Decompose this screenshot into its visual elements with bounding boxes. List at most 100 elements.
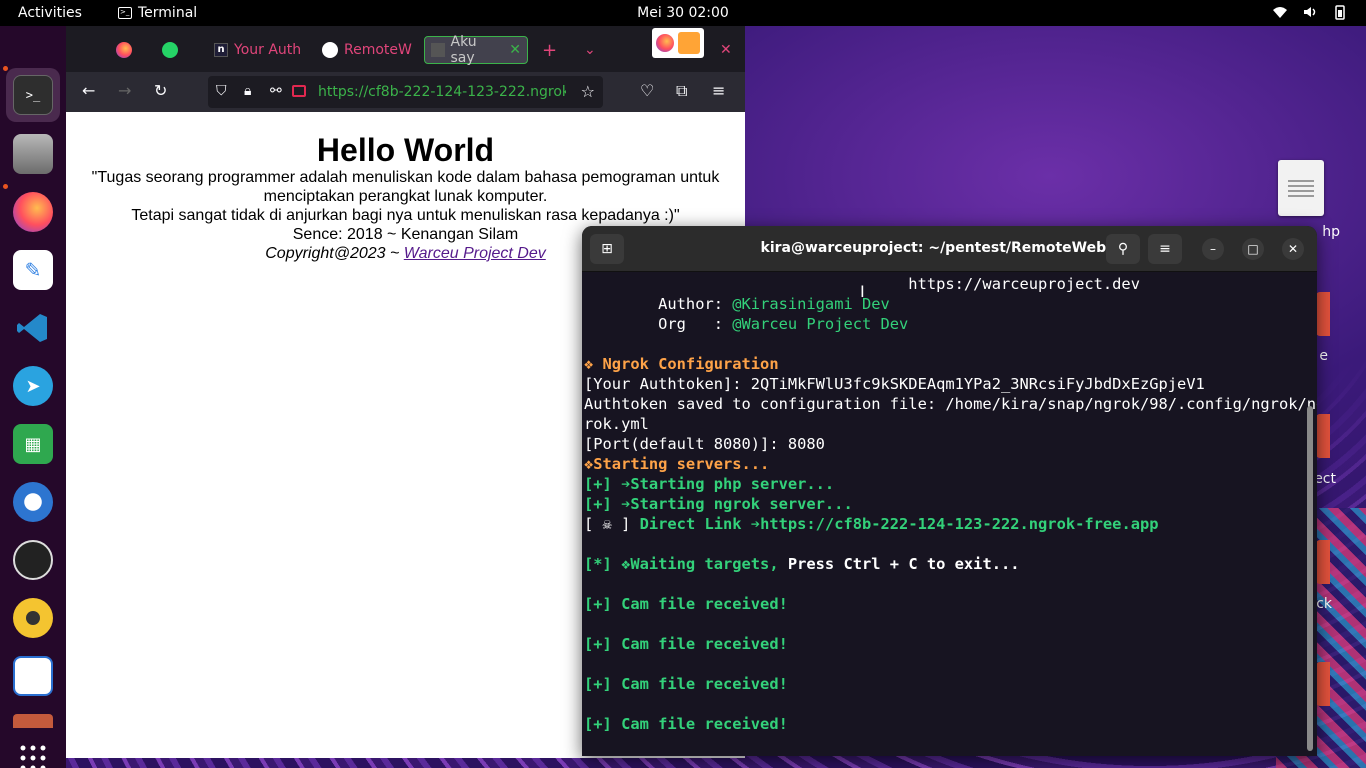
warceu-link[interactable]: Warceu Project Dev	[404, 245, 546, 262]
dock-thunderbird-icon[interactable]	[13, 482, 53, 522]
reload-button[interactable]: ↻	[154, 81, 167, 100]
forward-button[interactable]: →	[118, 81, 131, 100]
top-bar: Activities >_ Terminal Mei 30 02:00	[0, 0, 1366, 26]
org-value: @Warceu Project Dev	[732, 315, 909, 333]
close-tab-icon[interactable]: ✕	[509, 42, 521, 58]
terminal-line: rok.yml	[584, 415, 649, 433]
back-button[interactable]: ←	[82, 81, 95, 100]
org-label: Org :	[584, 315, 733, 333]
copyright-text: Copyright@2023 ~	[265, 245, 404, 262]
desktop-icon-partial[interactable]	[1316, 414, 1330, 458]
running-indicator	[3, 66, 8, 71]
dock-terminal-icon[interactable]: >_	[13, 75, 53, 115]
terminal-line: ❖ Ngrok Configuration	[584, 355, 779, 373]
dock-text-editor-icon[interactable]: ✎	[13, 250, 53, 290]
permissions-icon[interactable]: ⚯	[270, 83, 282, 99]
power-icon	[1335, 5, 1345, 20]
terminal-scrollbar[interactable]	[1307, 406, 1313, 751]
author-label: Author:	[584, 295, 733, 313]
terminal-line: Org : @Warceu Project Dev	[584, 314, 1304, 334]
dock-vscode-icon[interactable]	[13, 308, 53, 348]
terminal-line: https://warceuproject.dev	[584, 275, 1140, 293]
new-tab-button[interactable]: +	[542, 36, 557, 64]
close-icon: ✕	[720, 42, 732, 58]
dock-spreadsheet-icon[interactable]: ▦	[13, 424, 53, 464]
terminal-line: [Port(default 8080)]: 8080	[584, 435, 825, 453]
screen-share-indicator[interactable]	[652, 28, 704, 58]
dock-telegram-icon[interactable]: ➤	[13, 366, 53, 406]
desktop-icon-partial[interactable]	[1316, 662, 1330, 706]
navigation-bar: ← → ↻ ⛉ 🔒︎ ⚯ https://cf8b-222-124-123-22…	[66, 72, 745, 112]
quote-line-2: Tetapi sangat tidak di anjurkan bagi nya…	[131, 207, 680, 224]
maximize-button[interactable]: □	[1242, 238, 1264, 260]
bookmark-star-icon[interactable]: ☆	[581, 82, 595, 101]
url-text[interactable]: https://cf8b-222-124-123-222.ngrok	[318, 84, 566, 100]
tab-label: RemoteW	[344, 42, 412, 58]
desktop-icon-partial[interactable]	[1316, 540, 1330, 584]
tab-label: Aku say	[450, 34, 477, 66]
hamburger-icon: ≡	[1159, 241, 1171, 257]
plus-icon: +	[542, 39, 558, 61]
direct-link: Direct Link ➔https://cf8b-222-124-123-22…	[639, 515, 1159, 533]
desktop-file-icon[interactable]	[1278, 160, 1324, 216]
show-apps-icon[interactable]	[13, 738, 53, 768]
tab-active-page[interactable]: Aku say ✕	[424, 34, 528, 66]
close-icon: ✕	[1287, 242, 1299, 256]
tab-label: Your Auth	[234, 42, 302, 58]
extensions-icon[interactable]: ⧉	[676, 81, 687, 101]
pocket-icon[interactable]: ♡	[640, 81, 654, 100]
tab-whatsapp[interactable]	[162, 36, 178, 64]
desktop-icon-partial[interactable]	[1316, 292, 1330, 336]
volume-icon	[1304, 7, 1316, 17]
github-icon	[322, 42, 338, 58]
search-icon: ⚲	[1117, 241, 1129, 257]
chevron-down-icon: ⌄	[584, 42, 596, 58]
minimize-icon: –	[1210, 242, 1216, 256]
close-window-button[interactable]: ✕	[720, 36, 732, 64]
lock-icon[interactable]: 🔒︎	[244, 83, 251, 99]
list-tabs-button[interactable]: ⌄	[584, 36, 596, 64]
menu-icon[interactable]: ≡	[712, 81, 725, 100]
ngrok-icon: n	[214, 43, 228, 57]
dock-obs-icon[interactable]	[13, 540, 53, 580]
minimize-button[interactable]: –	[1202, 238, 1224, 260]
tab-ngrok[interactable]: n Your Auth	[214, 36, 301, 64]
waiting-text: [*] ❖Waiting targets,	[584, 555, 788, 573]
author-value: @Kirasinigami Dev	[732, 295, 890, 313]
close-button[interactable]: ✕	[1282, 238, 1304, 260]
dock-toolbox-icon[interactable]	[13, 714, 53, 728]
terminal-line: Authtoken saved to configuration file: /…	[584, 395, 1317, 413]
terminal-line: [+] Cam file received!	[584, 595, 788, 613]
tab-firefox[interactable]	[116, 36, 132, 64]
system-tray[interactable]	[1272, 4, 1348, 20]
running-indicator	[3, 184, 8, 189]
terminal-output[interactable]: https://warceuproject.dev Author: @Kiras…	[584, 274, 1317, 756]
clock[interactable]: Mei 30 02:00	[0, 5, 1366, 21]
terminal-line: [+] ➔Starting php server...	[584, 475, 835, 493]
terminal-line: [Your Authtoken]: 2QTiMkFWlU3fc9kSKDEAqm…	[584, 375, 1205, 393]
terminal-window: ⊞ kira@warceuproject: ~/pentest/RemoteWe…	[582, 226, 1317, 756]
whatsapp-icon	[162, 42, 178, 58]
dock-files-icon[interactable]	[13, 134, 53, 174]
terminal-line: Author: @Kirasinigami Dev	[584, 294, 1304, 314]
firefox-icon	[116, 42, 132, 58]
search-button[interactable]: ⚲	[1106, 234, 1140, 264]
tab-strip: n Your Auth RemoteW Aku say ✕ + ⌄ ✕	[66, 26, 745, 72]
shield-icon[interactable]: ⛉	[216, 83, 227, 99]
page-heading: Hello World	[316, 132, 495, 168]
maximize-icon: □	[1247, 242, 1259, 256]
exit-hint: Press Ctrl + C to exit...	[787, 555, 1020, 573]
terminal-line: [+] Cam file received!	[584, 715, 788, 733]
dock-rhythmbox-icon[interactable]	[13, 598, 53, 638]
tab-github[interactable]: RemoteW	[322, 36, 412, 64]
menu-button[interactable]: ≡	[1148, 234, 1182, 264]
dock-writer-icon[interactable]	[13, 656, 53, 696]
terminal-line: [+] Cam file received!	[584, 675, 788, 693]
dock-firefox-icon[interactable]	[13, 192, 53, 232]
url-bar[interactable]: ⛉ 🔒︎ ⚯ https://cf8b-222-124-123-222.ngro…	[208, 76, 603, 108]
camera-in-use-icon[interactable]	[292, 85, 306, 97]
